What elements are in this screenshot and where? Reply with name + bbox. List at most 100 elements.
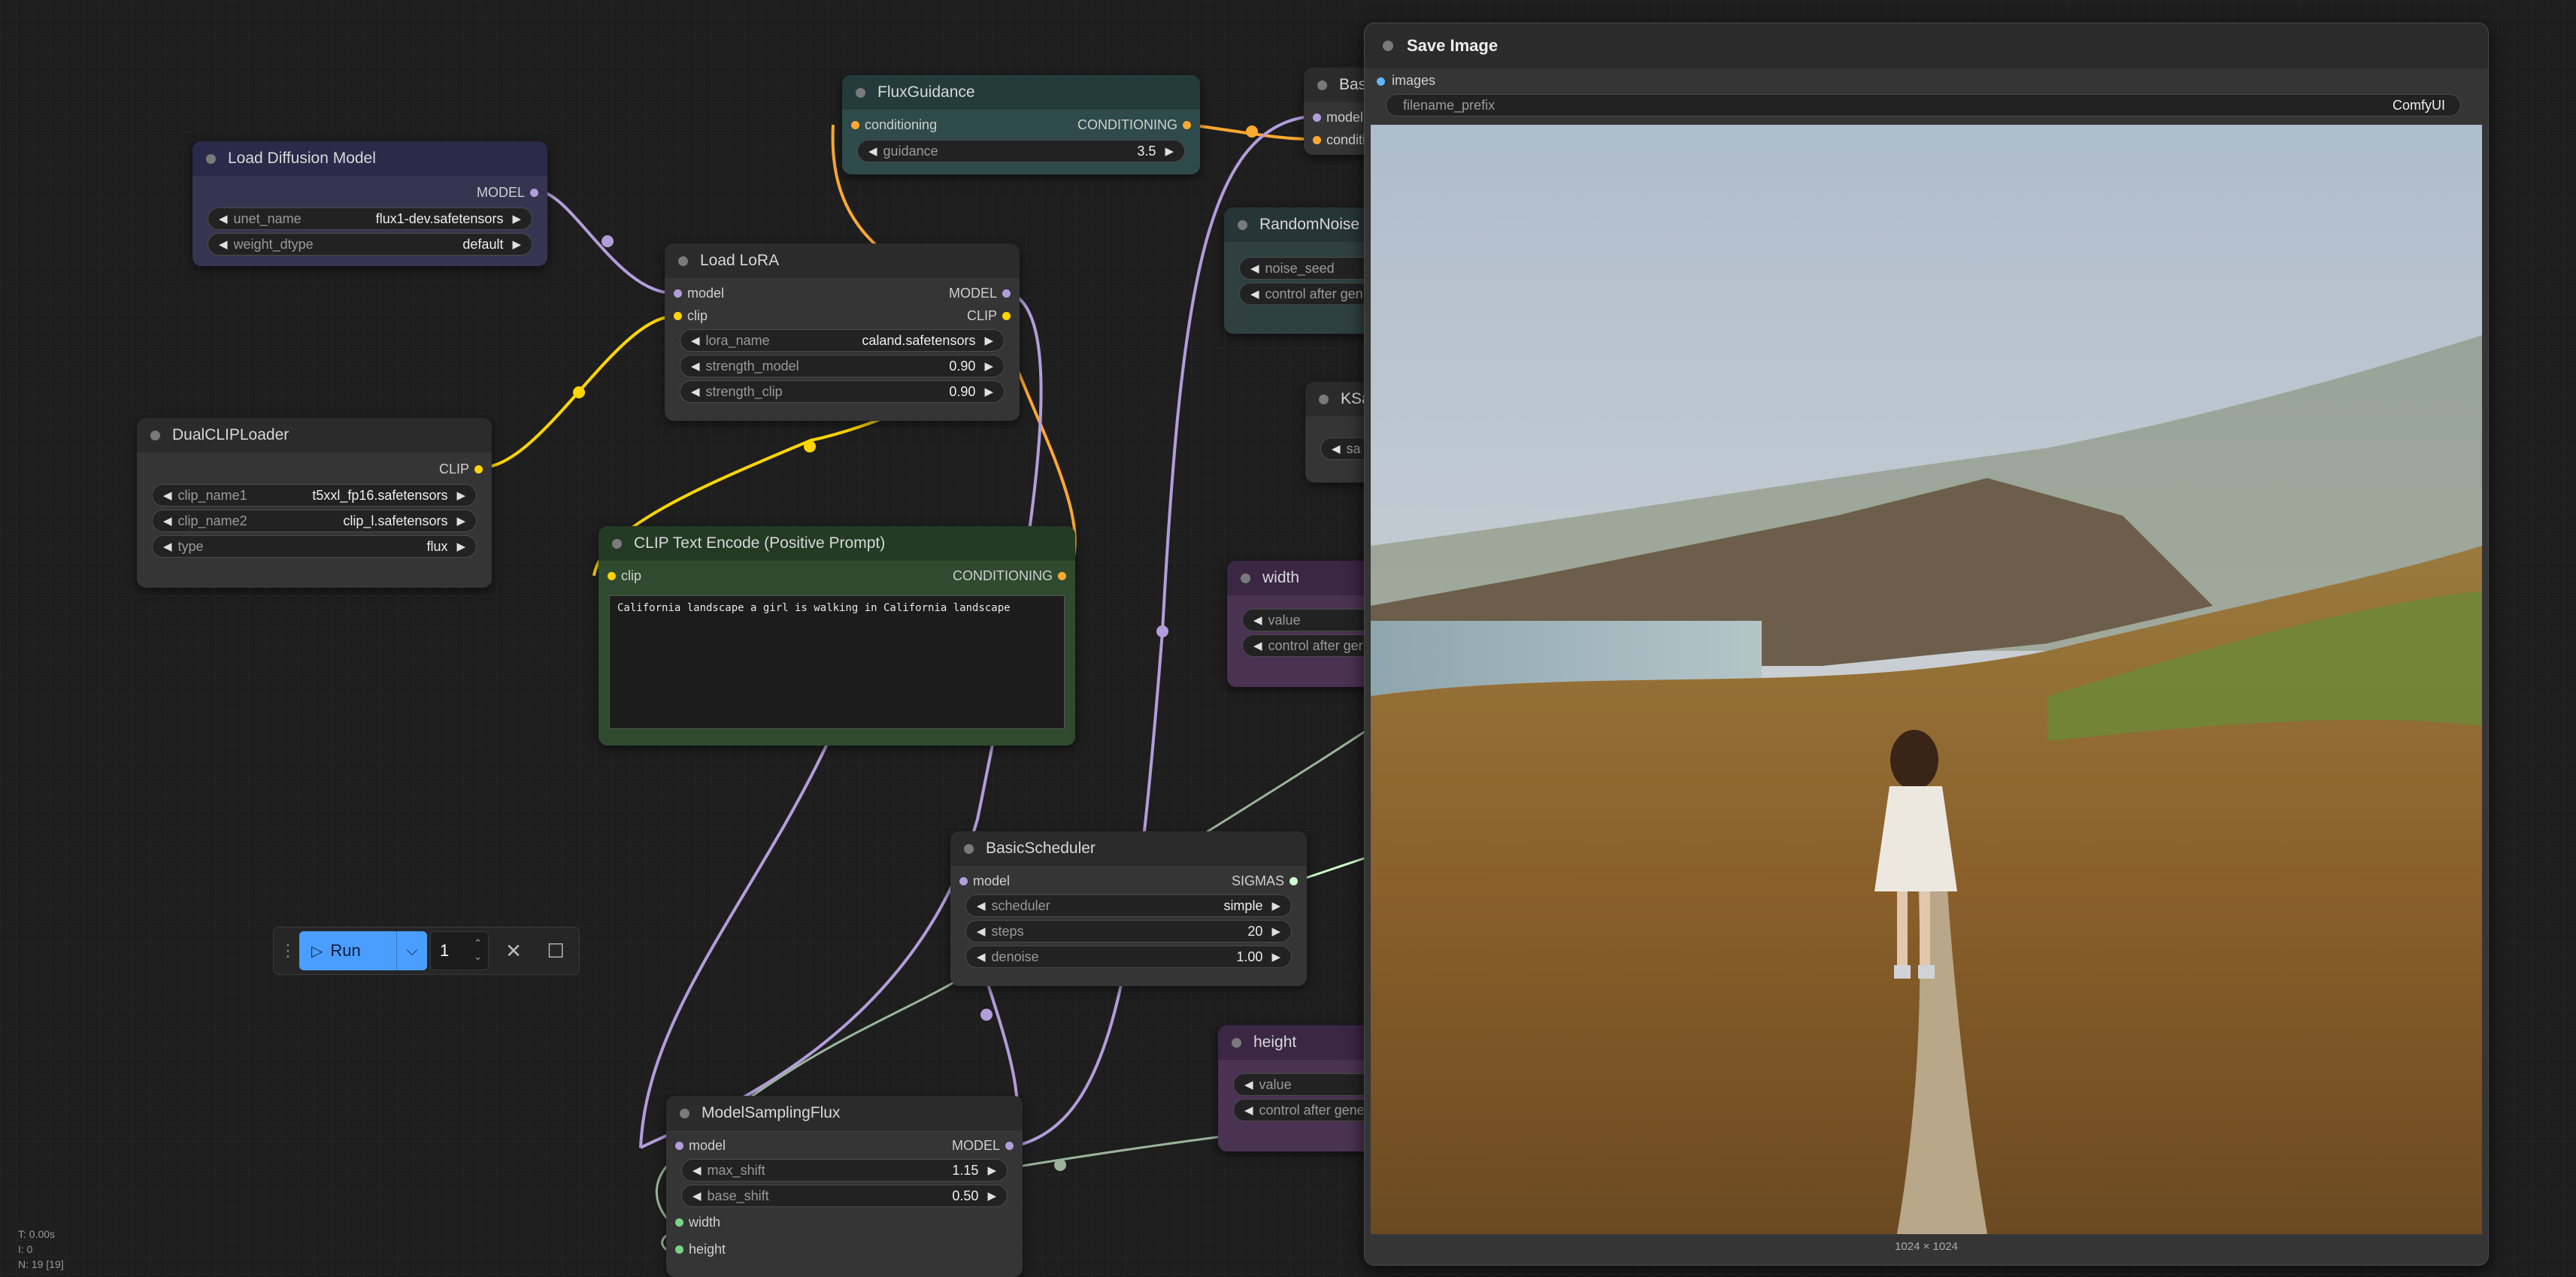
arrow-right-icon[interactable]: ▶ [987, 1164, 996, 1177]
widget-value[interactable]: ◀ value [1242, 609, 1374, 631]
output-socket-model[interactable] [1005, 1142, 1014, 1150]
arrow-right-icon[interactable]: ▶ [456, 514, 465, 528]
node-flux-guidance[interactable]: FluxGuidance conditioning CONDITIONING ◀ g… [842, 75, 1200, 174]
widget-type[interactable]: ◀ type flux ▶ [152, 535, 477, 558]
widget-control-after-generate[interactable]: ◀ control after gene [1239, 283, 1374, 305]
collapse-dot-icon[interactable] [678, 256, 688, 266]
arrow-right-icon[interactable]: ▶ [512, 238, 521, 251]
stop-square-icon[interactable]: ☐ [538, 934, 573, 968]
collapse-dot-icon[interactable] [1241, 573, 1250, 583]
collapse-dot-icon[interactable] [1317, 80, 1327, 90]
arrow-right-icon[interactable]: ▶ [984, 334, 993, 347]
generated-image-preview[interactable] [1371, 125, 2482, 1234]
widget-denoise[interactable]: ◀ denoise 1.00 ▶ [965, 946, 1292, 968]
widget-strength-clip[interactable]: ◀ strength_clip 0.90 ▶ [680, 380, 1005, 403]
collapse-dot-icon[interactable] [1319, 394, 1329, 404]
input-socket-clip[interactable] [608, 572, 616, 580]
node-load-lora[interactable]: Load LoRA model MODEL clip CLIP ◀ lora_name… [665, 244, 1020, 421]
output-socket-model[interactable] [530, 189, 538, 197]
arrow-right-icon[interactable]: ▶ [987, 1189, 996, 1203]
collapse-dot-icon[interactable] [964, 843, 974, 854]
input-socket-model[interactable] [674, 289, 682, 298]
arrow-right-icon[interactable]: ▶ [1271, 899, 1280, 912]
output-socket-conditioning[interactable] [1058, 572, 1066, 580]
widget-clip-name1[interactable]: ◀ clip_name1 t5xxl_fp16.safetensors ▶ [152, 484, 477, 507]
widget-guidance[interactable]: ◀ guidance 3.5 ▶ [857, 140, 1185, 162]
output-socket-model[interactable] [1002, 289, 1011, 298]
node-basic-scheduler[interactable]: BasicScheduler model SIGMAS ◀ scheduler sim… [950, 831, 1307, 986]
node-title-bar[interactable]: CLIP Text Encode (Positive Prompt) [599, 526, 1075, 561]
run-button[interactable]: ▷ Run ⌵ [299, 931, 427, 970]
node-title-bar[interactable]: FluxGuidance [842, 75, 1200, 110]
widget-weight-dtype[interactable]: ◀ weight_dtype default ▶ [208, 233, 532, 256]
node-title-bar[interactable]: Load Diffusion Model [192, 141, 547, 176]
node-title-bar[interactable]: DualCLIPLoader [137, 418, 492, 452]
widget-base-shift[interactable]: ◀ base_shift 0.50 ▶ [681, 1185, 1008, 1207]
arrow-left-icon[interactable]: ◀ [1244, 1103, 1253, 1117]
collapse-dot-icon[interactable] [150, 430, 160, 440]
collapse-dot-icon[interactable] [1383, 41, 1393, 51]
node-title-bar[interactable]: Save Image [1365, 23, 2488, 68]
node-load-diffusion-model[interactable]: Load Diffusion Model MODEL ◀ unet_name flu… [192, 141, 547, 266]
collapse-dot-icon[interactable] [680, 1108, 689, 1118]
widget-unet-name[interactable]: ◀ unet_name flux1-dev.safetensors ▶ [208, 207, 532, 230]
arrow-left-icon[interactable]: ◀ [868, 144, 877, 158]
arrow-right-icon[interactable]: ▶ [984, 359, 993, 373]
arrow-left-icon[interactable]: ◀ [977, 924, 986, 938]
output-socket-clip[interactable] [474, 465, 483, 474]
arrow-right-icon[interactable]: ▶ [1271, 950, 1280, 964]
arrow-left-icon[interactable]: ◀ [691, 385, 700, 398]
arrow-left-icon[interactable]: ◀ [692, 1189, 702, 1203]
node-save-image[interactable]: Save Image images filename_prefix ComfyU… [1364, 23, 2489, 1266]
arrow-right-icon[interactable]: ▶ [984, 385, 993, 398]
collapse-dot-icon[interactable] [856, 87, 865, 98]
input-socket-model[interactable] [675, 1142, 683, 1150]
arrow-left-icon[interactable]: ◀ [977, 950, 986, 964]
input-socket-images[interactable] [1377, 77, 1385, 86]
node-title-bar[interactable]: ModelSamplingFlux [666, 1096, 1023, 1130]
output-socket-conditioning[interactable] [1183, 121, 1191, 129]
input-socket-conditioning[interactable] [851, 121, 859, 129]
chevron-down-icon[interactable]: ⌵ [397, 943, 427, 960]
widget-steps[interactable]: ◀ steps 20 ▶ [965, 920, 1292, 943]
arrow-right-icon[interactable]: ▶ [512, 212, 521, 225]
widget-noise-seed[interactable]: ◀ noise_seed [1239, 257, 1374, 280]
widget-control-after-generate[interactable]: ◀ control after gene [1242, 634, 1374, 657]
arrow-left-icon[interactable]: ◀ [219, 212, 228, 225]
node-clip-text-encode[interactable]: CLIP Text Encode (Positive Prompt) clip C… [599, 526, 1075, 746]
arrow-left-icon[interactable]: ◀ [1253, 613, 1262, 627]
widget-clip-name2[interactable]: ◀ clip_name2 clip_l.safetensors ▶ [152, 510, 477, 532]
node-dual-clip-loader[interactable]: DualCLIPLoader CLIP ◀ clip_name1 t5xxl_fp1… [137, 418, 492, 588]
arrow-right-icon[interactable]: ▶ [1165, 144, 1174, 158]
stepper-icon[interactable]: ⌃ ⌄ [474, 937, 482, 964]
batch-count-input[interactable]: 1 ⌃ ⌄ [430, 931, 489, 970]
widget-strength-model[interactable]: ◀ strength_model 0.90 ▶ [680, 355, 1005, 377]
arrow-left-icon[interactable]: ◀ [691, 359, 700, 373]
prompt-textarea[interactable]: California landscape a girl is walking i… [609, 595, 1065, 729]
arrow-right-icon[interactable]: ▶ [1271, 924, 1280, 938]
widget-control-after-generate[interactable]: ◀ control after gene [1233, 1099, 1374, 1121]
input-socket-conditioning[interactable] [1313, 136, 1321, 144]
widget-scheduler[interactable]: ◀ scheduler simple ▶ [965, 894, 1292, 917]
arrow-right-icon[interactable]: ▶ [456, 540, 465, 553]
input-socket-width[interactable] [675, 1218, 683, 1227]
arrow-left-icon[interactable]: ◀ [163, 540, 172, 553]
collapse-dot-icon[interactable] [1232, 1037, 1241, 1048]
collapse-dot-icon[interactable] [612, 538, 622, 549]
input-socket-clip[interactable] [674, 312, 682, 320]
widget-lora-name[interactable]: ◀ lora_name caland.safetensors ▶ [680, 329, 1005, 352]
output-socket-sigmas[interactable] [1290, 877, 1298, 885]
widget-filename-prefix[interactable]: filename_prefix ComfyUI [1386, 94, 2461, 117]
node-model-sampling-flux[interactable]: ModelSamplingFlux model MODEL ◀ max_shift 1… [666, 1096, 1023, 1277]
node-title-bar[interactable]: BasicScheduler [950, 831, 1307, 866]
arrow-left-icon[interactable]: ◀ [219, 238, 228, 251]
collapse-dot-icon[interactable] [1238, 219, 1247, 230]
input-socket-model[interactable] [1313, 113, 1321, 122]
arrow-left-icon[interactable]: ◀ [1253, 639, 1262, 652]
input-socket-height[interactable] [675, 1245, 683, 1254]
drag-handle-icon[interactable]: ⋮⋮ [280, 941, 313, 961]
widget-max-shift[interactable]: ◀ max_shift 1.15 ▶ [681, 1159, 1008, 1182]
arrow-left-icon[interactable]: ◀ [1250, 262, 1259, 275]
arrow-left-icon[interactable]: ◀ [1332, 442, 1341, 455]
node-title-bar[interactable]: Load LoRA [665, 244, 1020, 278]
